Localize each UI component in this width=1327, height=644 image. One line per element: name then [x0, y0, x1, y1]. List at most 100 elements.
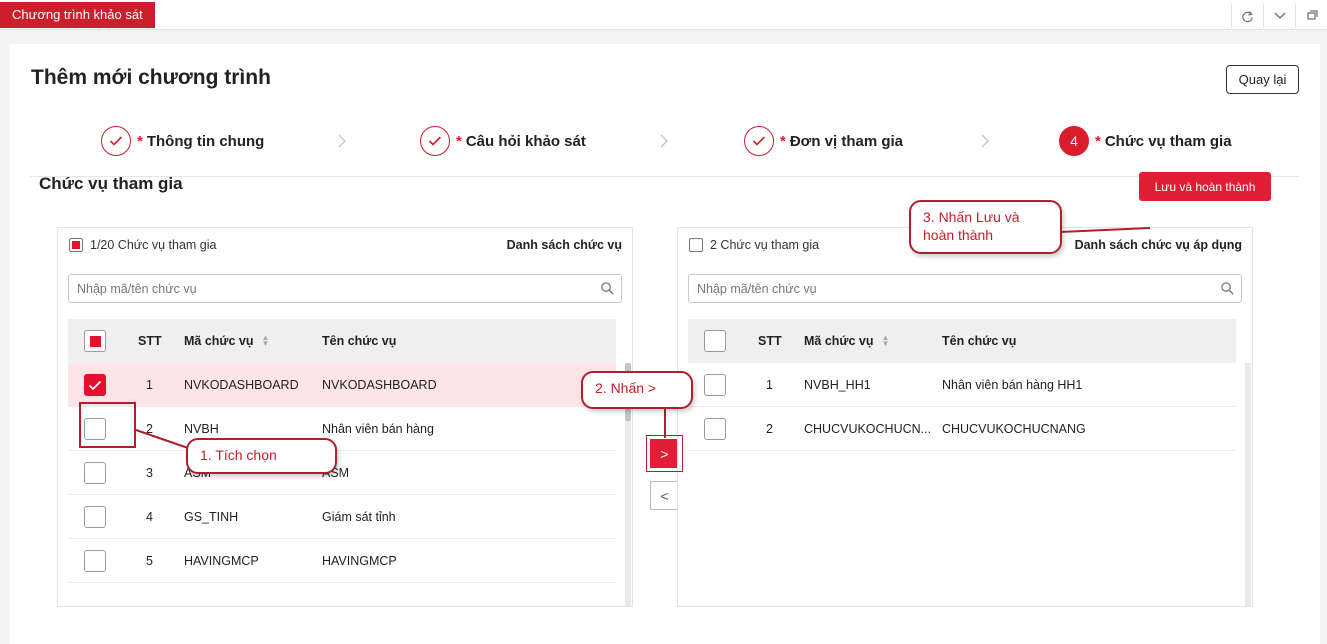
app-tab[interactable]: Chương trình khảo sát: [0, 2, 155, 28]
panel-header: 1/20 Chức vụ tham gia Danh sách chức vụ: [69, 236, 622, 254]
available-positions-panel: 1/20 Chức vụ tham gia Danh sách chức vụ …: [57, 227, 633, 607]
step-number: 4: [1059, 126, 1089, 156]
back-button[interactable]: Quay lại: [1226, 65, 1299, 94]
row-code: NVBH_HH1: [804, 378, 871, 392]
row-code: NVKODASHBOARD: [184, 378, 299, 392]
column-stt: STT: [758, 334, 782, 348]
row-stt: 1: [766, 378, 773, 392]
required-star: *: [137, 132, 143, 150]
table-row[interactable]: 1 NVKODASHBOARD NVKODASHBOARD: [68, 363, 616, 407]
row-checkbox[interactable]: [84, 506, 106, 528]
annotation-text: hoàn thành: [923, 227, 994, 243]
annotation-text: 1. Tích chọn: [200, 447, 277, 463]
column-name: Tên chức vụ: [322, 334, 397, 348]
row-checkbox[interactable]: [704, 374, 726, 396]
table-row[interactable]: 2 NVBH Nhân viên bán hàng: [68, 407, 616, 451]
search-icon[interactable]: [1220, 281, 1235, 296]
section-title: Chức vụ tham gia: [39, 174, 183, 193]
applied-positions-panel: 2 Chức vụ tham gia Danh sách chức vụ áp …: [677, 227, 1253, 607]
row-code: HAVINGMCP: [184, 554, 259, 568]
window-icon[interactable]: [1295, 4, 1327, 28]
required-star: *: [780, 132, 786, 150]
step-general-info[interactable]: * Thông tin chung: [101, 126, 264, 156]
highlight-box: [79, 402, 136, 448]
step-label: Đơn vị tham gia: [789, 132, 904, 150]
header-checkbox[interactable]: [84, 330, 106, 352]
chevron-right-icon: [659, 133, 675, 149]
row-checkbox[interactable]: [84, 462, 106, 484]
step-participating-units[interactable]: * Đơn vị tham gia: [744, 126, 903, 156]
chevron-right-icon: [980, 133, 996, 149]
step-label: Chức vụ tham gia: [1104, 132, 1232, 150]
row-stt: 2: [146, 422, 153, 436]
select-all-checkbox[interactable]: [69, 238, 83, 252]
panel-title: Danh sách chức vụ áp dụng: [1074, 238, 1242, 252]
header-checkbox[interactable]: [704, 330, 726, 352]
row-name: HAVINGMCP: [322, 554, 397, 568]
annotation-text: 3. Nhấn Lưu và: [923, 209, 1020, 225]
row-name: Giám sát tỉnh: [322, 510, 396, 524]
panel-title: Danh sách chức vụ: [506, 238, 622, 252]
column-name: Tên chức vụ: [942, 334, 1017, 348]
row-stt: 4: [146, 510, 153, 524]
highlight-box: [646, 435, 683, 472]
save-and-finish-button[interactable]: Lưu và hoàn thành: [1139, 172, 1271, 201]
chevron-right-icon: [337, 133, 353, 149]
page-title: Thêm mới chương trình: [31, 66, 271, 89]
table-header: STT Mã chức vụ ▲ ▼ Tên chức vụ: [688, 319, 1236, 363]
check-icon: [101, 126, 131, 156]
step-survey-questions[interactable]: * Câu hỏi khảo sát: [420, 126, 586, 156]
refresh-icon[interactable]: [1231, 4, 1263, 28]
annotation-step-3: 3. Nhấn Lưu và hoàn thành: [909, 200, 1062, 254]
row-stt: 3: [146, 466, 153, 480]
column-code-label: Mã chức vụ: [804, 334, 874, 348]
table-row[interactable]: 5 HAVINGMCP HAVINGMCP: [68, 539, 616, 583]
annotation-step-2: 2. Nhấn >: [581, 371, 693, 409]
column-code[interactable]: Mã chức vụ ▲ ▼: [184, 319, 269, 363]
row-code: GS_TINH: [184, 510, 239, 524]
step-label: Câu hỏi khảo sát: [465, 132, 586, 150]
row-checkbox[interactable]: [84, 374, 106, 396]
row-code: CHUCVUKOCHUCN...: [804, 422, 932, 436]
check-icon: [744, 126, 774, 156]
row-name: Nhân viên bán hàng HH1: [942, 378, 1083, 392]
search-input[interactable]: [689, 275, 1209, 302]
row-stt: 5: [146, 554, 153, 568]
row-checkbox[interactable]: [704, 418, 726, 440]
selected-count: 2 Chức vụ tham gia: [710, 238, 820, 252]
top-bar: Chương trình khảo sát: [0, 0, 1327, 30]
sort-icon[interactable]: ▲ ▼: [882, 334, 890, 348]
column-stt: STT: [138, 334, 162, 348]
sort-icon[interactable]: ▲ ▼: [262, 334, 270, 348]
required-star: *: [1095, 132, 1101, 150]
row-stt: 1: [146, 378, 153, 392]
search-field[interactable]: [688, 274, 1242, 303]
annotation-text: 2. Nhấn >: [595, 380, 657, 396]
table-row[interactable]: 2 CHUCVUKOCHUCN... CHUCVUKOCHUCNANG: [688, 407, 1236, 451]
row-checkbox[interactable]: [84, 550, 106, 572]
select-all-checkbox[interactable]: [689, 238, 703, 252]
chevron-down-icon[interactable]: [1263, 4, 1295, 28]
required-star: *: [456, 132, 462, 150]
step-participating-positions[interactable]: 4 * Chức vụ tham gia: [1059, 126, 1232, 156]
row-stt: 2: [766, 422, 773, 436]
annotation-step-1: 1. Tích chọn: [186, 438, 337, 474]
search-input[interactable]: [69, 275, 589, 302]
row-name: CHUCVUKOCHUCNANG: [942, 422, 1086, 436]
step-label: Thông tin chung: [146, 132, 265, 150]
table-row[interactable]: 4 GS_TINH Giám sát tỉnh: [68, 495, 616, 539]
search-icon[interactable]: [600, 281, 615, 296]
window-controls: [1231, 4, 1327, 28]
selected-count: 1/20 Chức vụ tham gia: [90, 238, 217, 252]
table-row[interactable]: 1 NVBH_HH1 Nhân viên bán hàng HH1: [688, 363, 1236, 407]
table-row[interactable]: 3 ASM ASM: [68, 451, 616, 495]
column-code-label: Mã chức vụ: [184, 334, 254, 348]
column-code[interactable]: Mã chức vụ ▲ ▼: [804, 319, 889, 363]
stepper: * Thông tin chung * Câu hỏi khảo sát * Đ…: [30, 116, 1299, 177]
table-header: STT Mã chức vụ ▲ ▼ Tên chức vụ: [68, 319, 616, 363]
row-name: Nhân viên bán hàng: [322, 422, 434, 436]
search-field[interactable]: [68, 274, 622, 303]
scrollbar[interactable]: [1245, 363, 1251, 606]
row-name: NVKODASHBOARD: [322, 378, 437, 392]
move-left-button[interactable]: <: [650, 481, 679, 510]
